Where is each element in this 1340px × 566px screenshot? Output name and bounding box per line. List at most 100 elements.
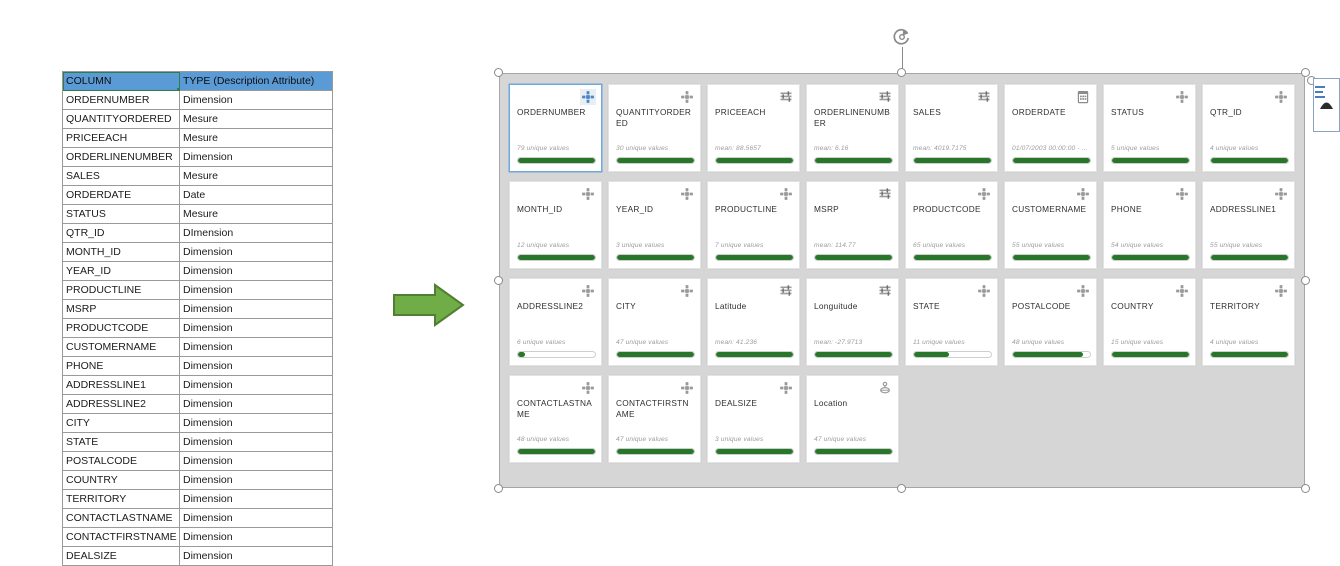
field-card-quality-fill <box>815 255 892 260</box>
field-card-quality-bar <box>913 254 992 261</box>
dimension-icon[interactable] <box>976 283 992 299</box>
field-card-quality-bar <box>814 157 893 164</box>
measure-icon[interactable] <box>877 89 893 105</box>
dimension-icon[interactable] <box>1273 89 1289 105</box>
field-card-stat: mean: 41.236 <box>715 339 758 346</box>
field-card-stat: mean: 88.5657 <box>715 145 761 152</box>
resize-handle-bottom-middle[interactable] <box>897 484 906 493</box>
field-card[interactable]: ADDRESSLINE1 55 unique values <box>1202 181 1295 269</box>
dimension-icon[interactable] <box>1075 186 1091 202</box>
field-card-quality-fill <box>815 352 892 357</box>
dimension-icon[interactable] <box>1174 89 1190 105</box>
field-card[interactable]: ORDERNUMBER 79 unique values <box>509 84 602 172</box>
field-card[interactable]: QTR_ID 4 unique values <box>1202 84 1295 172</box>
resize-handle-middle-right[interactable] <box>1301 275 1310 285</box>
field-card[interactable]: SALES mean: 4019.7175 <box>905 84 998 172</box>
resize-handle-bottom-right[interactable] <box>1301 484 1310 493</box>
dimension-icon[interactable] <box>1273 186 1289 202</box>
field-card[interactable]: CONTACTLASTNAME 48 unique values <box>509 375 602 463</box>
dimension-icon[interactable] <box>778 186 794 202</box>
field-card[interactable]: ADDRESSLINE2 6 unique values <box>509 278 602 366</box>
field-card[interactable]: MONTH_ID 12 unique values <box>509 181 602 269</box>
field-card-quality-fill <box>716 449 793 454</box>
field-card-stat: 5 unique values <box>1111 145 1160 152</box>
resize-handle-bottom-left[interactable] <box>494 484 503 493</box>
cell-type: Mesure <box>179 204 333 224</box>
cell-column-name: ORDERDATE <box>62 185 180 205</box>
measure-icon[interactable] <box>877 186 893 202</box>
field-card[interactable]: YEAR_ID 3 unique values <box>608 181 701 269</box>
dimension-icon[interactable] <box>1174 283 1190 299</box>
field-card-title: MONTH_ID <box>517 204 563 214</box>
cell-column-name: TERRITORY <box>62 489 180 509</box>
field-card[interactable]: PRODUCTCODE 65 unique values <box>905 181 998 269</box>
dimension-icon[interactable] <box>1273 283 1289 299</box>
field-card[interactable]: Location 47 unique values <box>806 375 899 463</box>
field-card[interactable]: Latitude mean: 41.236 <box>707 278 800 366</box>
cell-column-name: PRODUCTCODE <box>62 318 180 338</box>
field-card[interactable]: CITY 47 unique values <box>608 278 701 366</box>
measure-icon[interactable] <box>778 283 794 299</box>
geo-icon[interactable] <box>877 380 893 396</box>
dimension-icon[interactable] <box>679 89 695 105</box>
measure-icon[interactable] <box>976 89 992 105</box>
field-card-stat: 3 unique values <box>715 436 764 443</box>
dimension-icon[interactable] <box>580 283 596 299</box>
measure-icon[interactable] <box>877 283 893 299</box>
table-row: ORDERLINENUMBER Dimension <box>62 147 333 167</box>
field-card[interactable]: CUSTOMERNAME 55 unique values <box>1004 181 1097 269</box>
resize-handle-top-left[interactable] <box>494 68 503 77</box>
field-card[interactable]: ORDERDATE 01/07/2003 00:00:00 - ... <box>1004 84 1097 172</box>
resize-handle-top-right[interactable] <box>1301 68 1310 77</box>
selected-picture-object[interactable]: ORDERNUMBER 79 unique values QUANTITYORDER… <box>494 28 1310 493</box>
table-row: QTR_ID DImension <box>62 223 333 243</box>
calendar-icon[interactable] <box>1075 89 1091 105</box>
dimension-icon[interactable] <box>976 186 992 202</box>
table-header-column: COLUMN <box>62 71 180 91</box>
field-card[interactable]: QUANTITYORDERED 30 unique values <box>608 84 701 172</box>
field-card[interactable]: STATE 11 unique values <box>905 278 998 366</box>
rotate-handle[interactable] <box>891 26 913 48</box>
field-card-title: ORDERLINENUMBER <box>814 107 891 128</box>
field-card-quality-bar <box>616 448 695 455</box>
field-card[interactable]: PRICEEACH mean: 88.5657 <box>707 84 800 172</box>
field-card[interactable]: STATUS 5 unique values <box>1103 84 1196 172</box>
dimension-icon[interactable] <box>679 380 695 396</box>
field-card-quality-bar <box>517 254 596 261</box>
field-card[interactable]: CONTACTFIRSTNAME 47 unique values <box>608 375 701 463</box>
dimension-icon[interactable] <box>580 380 596 396</box>
field-card-quality-bar <box>715 157 794 164</box>
dimension-icon[interactable] <box>580 89 596 105</box>
field-card[interactable]: ORDERLINENUMBER mean: 6.16 <box>806 84 899 172</box>
dimension-icon[interactable] <box>1174 186 1190 202</box>
field-card[interactable]: COUNTRY 15 unique values <box>1103 278 1196 366</box>
table-row: STATE Dimension <box>62 432 333 452</box>
field-card[interactable]: TERRITORY 4 unique values <box>1202 278 1295 366</box>
field-card[interactable]: DEALSIZE 3 unique values <box>707 375 800 463</box>
table-row: TERRITORY Dimension <box>62 489 333 509</box>
dimension-icon[interactable] <box>1075 283 1091 299</box>
field-card-stat: mean: -27.9713 <box>814 339 863 346</box>
field-card-quality-fill <box>518 449 595 454</box>
field-card[interactable]: Longuitude mean: -27.9713 <box>806 278 899 366</box>
dimension-icon[interactable] <box>778 380 794 396</box>
field-card-title: STATE <box>913 301 940 311</box>
field-card-title: DEALSIZE <box>715 398 758 408</box>
resize-handle-middle-left[interactable] <box>494 275 503 285</box>
table-row: CITY Dimension <box>62 413 333 433</box>
field-card[interactable]: PHONE 54 unique values <box>1103 181 1196 269</box>
field-card-quality-fill <box>518 352 525 357</box>
field-card[interactable]: PRODUCTLINE 7 unique values <box>707 181 800 269</box>
table-row: PHONE Dimension <box>62 356 333 376</box>
measure-icon[interactable] <box>778 89 794 105</box>
dimension-icon[interactable] <box>679 186 695 202</box>
resize-handle-top-middle[interactable] <box>897 68 906 77</box>
field-card-title: PRICEEACH <box>715 107 766 117</box>
cell-type: Dimension <box>179 470 333 490</box>
dimension-icon[interactable] <box>679 283 695 299</box>
dimension-icon[interactable] <box>580 186 596 202</box>
offscreen-picture-thumbnail[interactable] <box>1313 78 1340 132</box>
field-card[interactable]: MSRP mean: 114.77 <box>806 181 899 269</box>
field-card[interactable]: POSTALCODE 48 unique values <box>1004 278 1097 366</box>
field-card-quality-bar <box>1111 351 1190 358</box>
